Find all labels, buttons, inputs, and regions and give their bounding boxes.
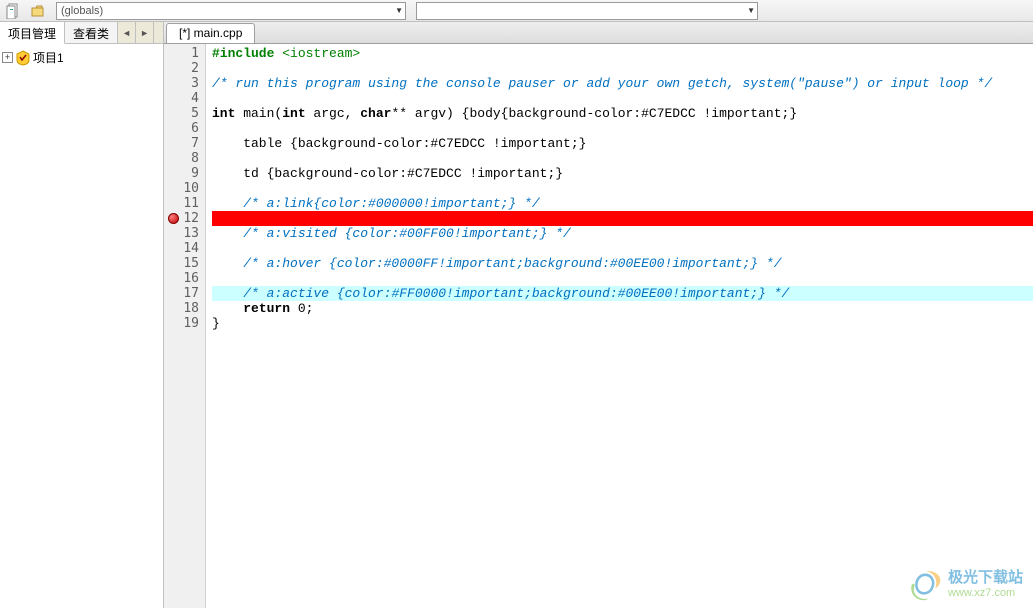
open-file-icon[interactable] bbox=[28, 2, 48, 20]
code-line[interactable]: table {background-color:#C7EDCC !importa… bbox=[212, 136, 1033, 151]
code-editor[interactable]: 12345678910111213141516171819 #include <… bbox=[164, 44, 1033, 608]
tab-project-manage[interactable]: 项目管理 bbox=[0, 22, 65, 44]
code-line[interactable]: int main(int argc, char** argv) {body{ba… bbox=[212, 106, 1033, 121]
file-tab-main[interactable]: [*] main.cpp bbox=[166, 23, 255, 43]
code-line[interactable] bbox=[212, 91, 1033, 106]
line-number: 7 bbox=[166, 136, 199, 151]
sidebar-tabs: 项目管理 查看类 ◄ ► bbox=[0, 22, 163, 44]
editor-area: [*] main.cpp 123456789101112131415161718… bbox=[164, 22, 1033, 608]
code-content[interactable]: #include <iostream> /* run this program … bbox=[206, 44, 1033, 608]
line-number: 10 bbox=[166, 181, 199, 196]
line-number: 9 bbox=[166, 166, 199, 181]
line-number: 3 bbox=[166, 76, 199, 91]
chevron-down-icon: ▼ bbox=[391, 6, 403, 15]
code-line[interactable]: } bbox=[212, 316, 1033, 331]
scope-combo-value: (globals) bbox=[61, 5, 103, 17]
code-line[interactable]: /* a:link{color:#000000!important;} */ bbox=[212, 196, 1033, 211]
project-tree: + 项目1 bbox=[0, 44, 163, 71]
code-line[interactable] bbox=[212, 151, 1033, 166]
sidebar: 项目管理 查看类 ◄ ► + 项目1 bbox=[0, 22, 164, 608]
code-line[interactable] bbox=[212, 271, 1033, 286]
code-line[interactable]: /* a:hover {color:#0000FF!important;back… bbox=[212, 256, 1033, 271]
code-line[interactable] bbox=[212, 121, 1033, 136]
tree-expand-icon[interactable]: + bbox=[2, 52, 13, 63]
tab-nav-next[interactable]: ► bbox=[136, 22, 154, 43]
code-line[interactable]: td {background-color:#C7EDCC !important;… bbox=[212, 166, 1033, 181]
main-area: 项目管理 查看类 ◄ ► + 项目1 [*] main.cpp 12345678… bbox=[0, 22, 1033, 608]
line-number: 16 bbox=[166, 271, 199, 286]
line-number: 2 bbox=[166, 61, 199, 76]
line-number: 19 bbox=[166, 316, 199, 331]
line-number: 18 bbox=[166, 301, 199, 316]
line-number: 11 bbox=[166, 196, 199, 211]
breakpoint-icon[interactable] bbox=[168, 213, 179, 224]
code-line[interactable]: /* run this program using the console pa… bbox=[212, 76, 1033, 91]
line-number: 4 bbox=[166, 91, 199, 106]
tab-class-view[interactable]: 查看类 bbox=[65, 22, 118, 43]
code-line[interactable]: /* a:active {color:#FF0000!important;bac… bbox=[212, 286, 1033, 301]
chevron-down-icon: ▼ bbox=[743, 6, 755, 15]
line-number: 15 bbox=[166, 256, 199, 271]
code-line[interactable] bbox=[212, 241, 1033, 256]
code-line[interactable] bbox=[212, 181, 1033, 196]
toolbar: (globals) ▼ ▼ bbox=[0, 0, 1033, 22]
tree-root-label: 项目1 bbox=[33, 49, 64, 66]
line-number: 13 bbox=[166, 226, 199, 241]
code-line[interactable]: /* a:visited {color:#00FF00!important;} … bbox=[212, 226, 1033, 241]
line-number: 1 bbox=[166, 46, 199, 61]
tab-nav-prev[interactable]: ◄ bbox=[118, 22, 136, 43]
line-number: 5 bbox=[166, 106, 199, 121]
code-line[interactable] bbox=[212, 61, 1033, 76]
line-number-gutter: 12345678910111213141516171819 bbox=[164, 44, 206, 608]
scope-combo[interactable]: (globals) ▼ bbox=[56, 2, 406, 20]
code-line[interactable]: return 0; bbox=[212, 301, 1033, 316]
line-number: 14 bbox=[166, 241, 199, 256]
symbol-combo[interactable]: ▼ bbox=[416, 2, 758, 20]
line-number: 8 bbox=[166, 151, 199, 166]
line-number: 12 bbox=[166, 211, 199, 226]
code-line[interactable] bbox=[212, 211, 1033, 226]
line-number: 6 bbox=[166, 121, 199, 136]
tree-root-item[interactable]: + 项目1 bbox=[2, 48, 161, 67]
code-line[interactable]: #include <iostream> bbox=[212, 46, 1033, 61]
project-icon bbox=[15, 50, 31, 66]
new-file-icon[interactable] bbox=[4, 2, 24, 20]
file-tab-bar: [*] main.cpp bbox=[164, 22, 1033, 44]
line-number: 17 bbox=[166, 286, 199, 301]
